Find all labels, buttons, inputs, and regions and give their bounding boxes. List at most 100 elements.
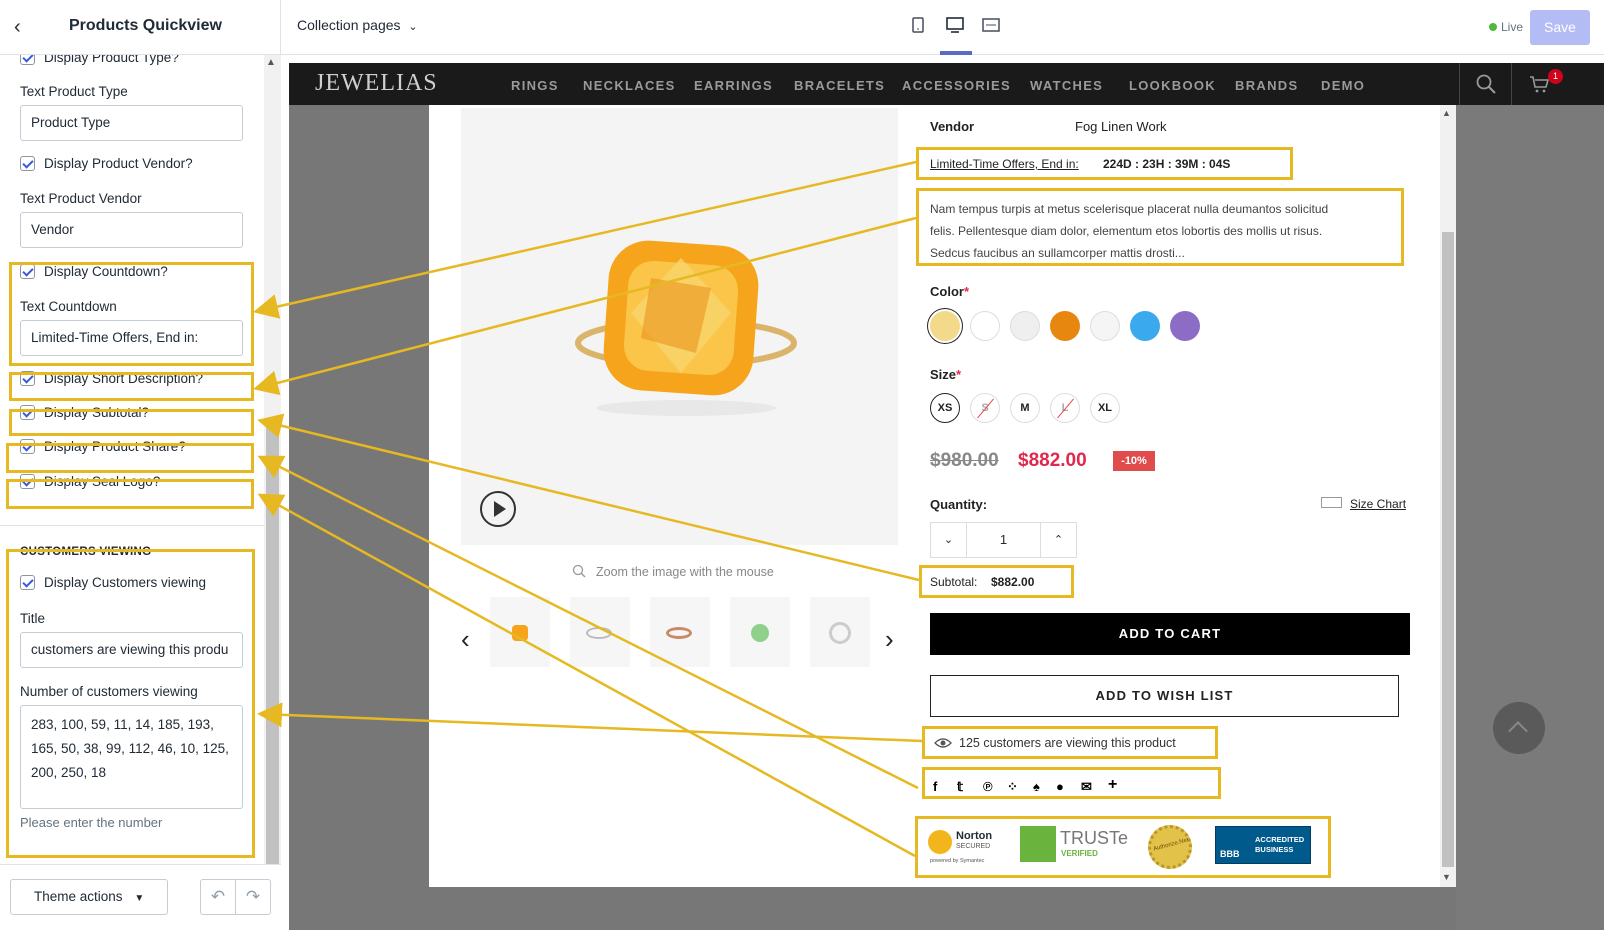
old-price: $980.00: [930, 450, 999, 471]
size-m[interactable]: M: [1010, 393, 1040, 423]
customers-viewing-text: 125 customers are viewing this product: [959, 736, 1176, 750]
color-swatch-unavailable[interactable]: [1010, 311, 1040, 341]
search-icon[interactable]: [1476, 74, 1496, 94]
nav-necklaces[interactable]: NECKLACES: [583, 78, 676, 93]
more-share-icon[interactable]: +: [1108, 776, 1117, 794]
page-selector-label: Collection pages: [297, 17, 401, 33]
color-swatch-pattern[interactable]: [1090, 311, 1120, 341]
thumbnail-4[interactable]: [730, 597, 790, 667]
add-to-wishlist-button[interactable]: ADD TO WISH LIST: [930, 675, 1399, 717]
size-xs[interactable]: XS: [930, 393, 960, 423]
nav-divider: [1459, 63, 1460, 105]
redo-button[interactable]: ↷: [235, 879, 271, 915]
nav-earrings[interactable]: EARRINGS: [694, 78, 773, 93]
thumbnail-2[interactable]: [570, 597, 630, 667]
nav-lookbook[interactable]: LOOKBOOK: [1129, 78, 1216, 93]
facebook-icon[interactable]: f: [933, 779, 937, 794]
bbb-text: BBB: [1220, 849, 1240, 859]
description-line: felis. Pellentesque diam dolor, elementu…: [930, 224, 1323, 238]
sidebar-footer: Theme actions ▼ ↶ ↷: [0, 864, 281, 937]
pinterest-icon[interactable]: ℗: [983, 779, 993, 794]
cart-icon[interactable]: [1529, 75, 1549, 93]
theme-actions-button[interactable]: Theme actions ▼: [10, 879, 168, 915]
required-marker: *: [963, 284, 970, 299]
norton-check-icon: [928, 830, 952, 854]
countdown-label: Limited-Time Offers, End in:: [930, 157, 1079, 171]
text-product-vendor-input[interactable]: Vendor: [20, 212, 243, 248]
highlight-countdown-settings: [9, 262, 254, 366]
theme-actions-label: Theme actions: [34, 889, 123, 904]
modal-scrollbar-thumb[interactable]: [1442, 232, 1454, 867]
fullscreen-view-icon[interactable]: [982, 17, 1000, 33]
color-swatch-blue[interactable]: [1130, 311, 1160, 341]
color-label-text: Color: [930, 284, 964, 299]
authorize-text: Authorize.Net: [1152, 837, 1190, 853]
thumbnail-5[interactable]: [810, 597, 870, 667]
email-icon[interactable]: ✉: [1081, 779, 1092, 795]
thumb-next-icon[interactable]: ›: [885, 624, 894, 655]
truste-icon: [1020, 826, 1056, 862]
cart-count-badge: 1: [1548, 69, 1563, 84]
save-button[interactable]: Save: [1530, 10, 1590, 45]
text-product-type-input[interactable]: Product Type: [20, 105, 243, 141]
highlight-short-description-setting: [9, 372, 254, 401]
vendor-value[interactable]: Fog Linen Work: [1075, 119, 1167, 134]
highlight-share-setting: [6, 443, 254, 473]
tumblr-icon[interactable]: ♠: [1033, 779, 1040, 794]
nav-demo[interactable]: DEMO: [1321, 78, 1365, 93]
scroll-up-icon[interactable]: ▲: [1442, 108, 1451, 118]
active-view-indicator: [940, 51, 972, 55]
sidebar-header: ‹ Products Quickview: [0, 0, 281, 55]
checkbox-icon[interactable]: [20, 156, 35, 171]
quantity-input[interactable]: 1: [967, 523, 1040, 557]
add-to-cart-button[interactable]: ADD TO CART: [930, 613, 1410, 655]
back-to-top-button[interactable]: [1493, 702, 1545, 754]
thumbnail-3[interactable]: [650, 597, 710, 667]
checkbox-display-product-type[interactable]: Display Product Type?: [20, 55, 179, 65]
nav-rings[interactable]: RINGS: [511, 78, 559, 93]
store-logo[interactable]: JEWELIAS: [315, 70, 438, 97]
checkbox-icon[interactable]: [20, 55, 35, 65]
decrease-quantity-button[interactable]: ⌄: [931, 523, 967, 557]
checkbox-display-product-vendor[interactable]: Display Product Vendor?: [20, 156, 193, 171]
product-main-image[interactable]: [461, 108, 898, 545]
desktop-view-icon[interactable]: [946, 17, 964, 33]
size-l[interactable]: L: [1050, 393, 1080, 423]
thumbnail-1[interactable]: [490, 597, 550, 667]
thumb-image: [666, 627, 692, 639]
nav-brands[interactable]: BRANDS: [1235, 78, 1298, 93]
quantity-label: Quantity:: [930, 497, 988, 512]
reddit-icon[interactable]: ●: [1056, 779, 1064, 794]
mobile-view-icon[interactable]: [912, 17, 924, 33]
scroll-up-icon[interactable]: ▲: [266, 57, 276, 68]
color-swatch-orange[interactable]: [1050, 311, 1080, 341]
size-label: Size*: [930, 367, 961, 382]
nav-bracelets[interactable]: BRACELETS: [794, 78, 885, 93]
nav-watches[interactable]: WATCHES: [1030, 78, 1103, 93]
increase-quantity-button[interactable]: ⌃: [1040, 523, 1076, 557]
nav-accessories[interactable]: ACCESSORIES: [902, 78, 1011, 93]
color-swatch-gold[interactable]: [930, 311, 960, 341]
live-status: Live: [1489, 20, 1523, 34]
truste-text: TRUSTe: [1060, 828, 1129, 848]
grid-share-icon[interactable]: ⁘: [1007, 779, 1018, 795]
checkbox-label: Display Product Vendor?: [44, 156, 193, 171]
zoom-hint: Zoom the image with the mouse: [596, 565, 774, 579]
size-chart-link[interactable]: Size Chart: [1350, 497, 1406, 511]
back-arrow-icon[interactable]: ‹: [14, 16, 21, 38]
scroll-down-icon[interactable]: ▼: [1442, 872, 1451, 882]
norton-seal-logo: Norton SECURED powered by Symantec: [928, 826, 998, 866]
discount-badge: -10%: [1113, 451, 1155, 471]
size-s[interactable]: S: [970, 393, 1000, 423]
thumb-prev-icon[interactable]: ‹: [461, 624, 470, 655]
color-swatch-white[interactable]: [970, 311, 1000, 341]
page-selector[interactable]: Collection pages ⌄: [297, 17, 418, 33]
authorize-net-seal-logo: Authorize.Net: [1148, 825, 1192, 869]
undo-button[interactable]: ↶: [200, 879, 236, 915]
ruler-icon: [1321, 497, 1342, 508]
play-video-icon[interactable]: [479, 490, 517, 528]
size-xl[interactable]: XL: [1090, 393, 1120, 423]
color-swatch-purple[interactable]: [1170, 311, 1200, 341]
twitter-icon[interactable]: 𝕥: [957, 779, 963, 795]
sidebar-scrollbar-thumb[interactable]: [266, 420, 279, 867]
